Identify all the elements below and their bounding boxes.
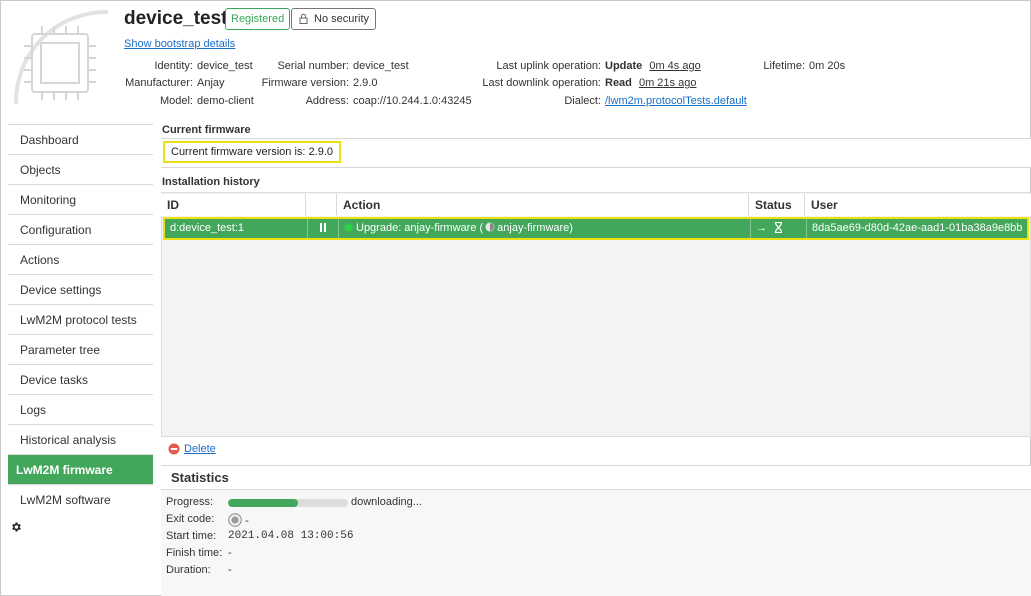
action-package: anjay-firmware)	[497, 222, 573, 234]
sidebar-item-lwm2m-protocol-tests[interactable]: LwM2M protocol tests	[8, 304, 153, 334]
manufacturer-field: Manufacturer: Anjay	[124, 77, 225, 89]
current-firmware-version: Current firmware version is: 2.9.0	[163, 141, 341, 163]
exit-code-label: Exit code:	[166, 513, 215, 525]
col-user[interactable]: User	[804, 194, 1031, 216]
serial-value: device_test	[353, 60, 409, 72]
col-controls	[305, 194, 336, 216]
progress-bar	[228, 499, 348, 507]
sidebar-nav: Dashboard Objects Monitoring Configurati…	[8, 124, 153, 514]
installation-history-title: Installation history	[162, 176, 260, 188]
status-dot-icon	[344, 223, 353, 232]
lock-icon	[299, 13, 308, 24]
duration-value: -	[228, 564, 232, 576]
uplink-field: Last uplink operation: Update 0m 4s ago	[468, 60, 701, 72]
uplink-label: Last uplink operation:	[496, 60, 601, 72]
start-time-label: Start time:	[166, 530, 217, 542]
uplink-op: Update	[605, 60, 643, 72]
finish-time-row: Finish time: -	[166, 547, 232, 559]
col-status[interactable]: Status	[748, 194, 804, 216]
firmware-label: Firmware version:	[261, 77, 349, 89]
exit-code-text: -	[245, 515, 249, 527]
start-time-value: 2021.04.08 13:00:56	[228, 530, 354, 542]
exit-code-value: -	[228, 513, 249, 527]
downlink-label: Last downlink operation:	[482, 77, 601, 89]
finish-time-label: Finish time:	[166, 547, 223, 559]
sidebar-item-parameter-tree[interactable]: Parameter tree	[8, 334, 153, 364]
row-action: Upgrade: anjay-firmware ( anjay-firmware…	[338, 219, 750, 238]
dialect-link[interactable]: /lwm2m.protocolTests.default	[605, 95, 747, 107]
lifetime-label: Lifetime:	[763, 60, 805, 72]
identity-label: Identity:	[154, 60, 193, 72]
delete-label: Delete	[184, 443, 216, 455]
model-label: Model:	[159, 95, 193, 107]
finish-time-value: -	[228, 547, 232, 559]
progress-fill	[228, 499, 298, 507]
manufacturer-label: Manufacturer:	[125, 77, 193, 89]
exit-code-icon	[228, 513, 242, 527]
device-chip-icon	[13, 9, 109, 105]
uplink-time: 0m 4s ago	[649, 60, 701, 72]
address-label: Address:	[305, 95, 349, 107]
serial-label: Serial number:	[277, 60, 349, 72]
device-title: device_test	[124, 8, 228, 29]
serial-field: Serial number: device_test	[255, 60, 409, 72]
security-badge: No security	[291, 8, 377, 30]
statistics-title: Statistics	[161, 465, 1031, 490]
firmware-value: 2.9.0	[353, 77, 378, 89]
identity-value: device_test	[197, 60, 253, 72]
lifetime-value: 0m 20s	[809, 60, 846, 72]
row-id: d:device_test:1	[170, 222, 244, 234]
sidebar-item-dashboard[interactable]: Dashboard	[8, 124, 153, 154]
duration-label: Duration:	[166, 564, 211, 576]
sidebar-item-configuration[interactable]: Configuration	[8, 214, 153, 244]
package-icon	[485, 222, 495, 232]
dialect-field: Dialect: /lwm2m.protocolTests.default	[468, 95, 747, 107]
downlink-field: Last downlink operation: Read 0m 21s ago	[468, 77, 696, 89]
sidebar-item-device-settings[interactable]: Device settings	[8, 274, 153, 304]
sidebar-item-lwm2m-firmware[interactable]: LwM2M firmware	[8, 454, 153, 484]
downlink-op: Read	[605, 77, 632, 89]
hourglass-icon	[774, 221, 783, 234]
row-status: →	[750, 219, 806, 238]
address-field: Address: coap://10.244.1.0:43245	[255, 95, 472, 107]
action-text: Upgrade: anjay-firmware (	[356, 222, 484, 234]
registered-badge: Registered	[225, 8, 291, 30]
downlink-time: 0m 21s ago	[638, 77, 697, 89]
show-bootstrap-link[interactable]: Show bootstrap details	[124, 38, 235, 50]
pause-icon	[320, 223, 326, 232]
model-value: demo-client	[197, 95, 254, 107]
address-value: coap://10.244.1.0:43245	[353, 95, 472, 107]
sidebar-item-lwm2m-software[interactable]: LwM2M software	[8, 484, 153, 514]
sidebar-item-actions[interactable]: Actions	[8, 244, 153, 274]
security-badge-label: No security	[314, 13, 370, 25]
model-field: Model: demo-client	[124, 95, 254, 107]
start-time-row: Start time: 2021.04.08 13:00:56	[166, 530, 353, 542]
sidebar-item-objects[interactable]: Objects	[8, 154, 153, 184]
exit-code-row: Exit code: -	[166, 513, 249, 527]
delete-icon	[168, 443, 180, 455]
progress-label: Progress:	[166, 496, 214, 508]
firmware-field: Firmware version: 2.9.0	[255, 77, 378, 89]
sidebar-item-historical-analysis[interactable]: Historical analysis	[8, 424, 153, 454]
pause-button[interactable]	[307, 219, 338, 238]
progress-row: Progress: downloading...	[166, 496, 422, 508]
progress-text: downloading...	[351, 496, 422, 508]
gear-icon[interactable]	[10, 521, 22, 533]
delete-button[interactable]: Delete	[168, 443, 216, 457]
sidebar-item-device-tasks[interactable]: Device tasks	[8, 364, 153, 394]
current-firmware-title: Current firmware	[162, 124, 251, 136]
table-row[interactable]: d:device_test:1 Upgrade: anjay-firmware …	[163, 217, 1029, 240]
lifetime-field: Lifetime: 0m 20s	[740, 60, 845, 72]
col-action[interactable]: Action	[336, 194, 748, 216]
duration-row: Duration: -	[166, 564, 232, 576]
history-table-header: ID Action Status User	[161, 194, 1031, 216]
col-id[interactable]: ID	[161, 194, 305, 216]
manufacturer-value: Anjay	[197, 77, 225, 89]
sidebar-item-logs[interactable]: Logs	[8, 394, 153, 424]
identity-field: Identity: device_test	[124, 60, 253, 72]
sidebar-item-monitoring[interactable]: Monitoring	[8, 184, 153, 214]
dialect-label: Dialect:	[564, 95, 601, 107]
row-user: 8da5ae69-d80d-42ae-aad1-01ba38a9e8bb	[806, 219, 1031, 238]
arrow-right-icon: →	[756, 222, 767, 234]
